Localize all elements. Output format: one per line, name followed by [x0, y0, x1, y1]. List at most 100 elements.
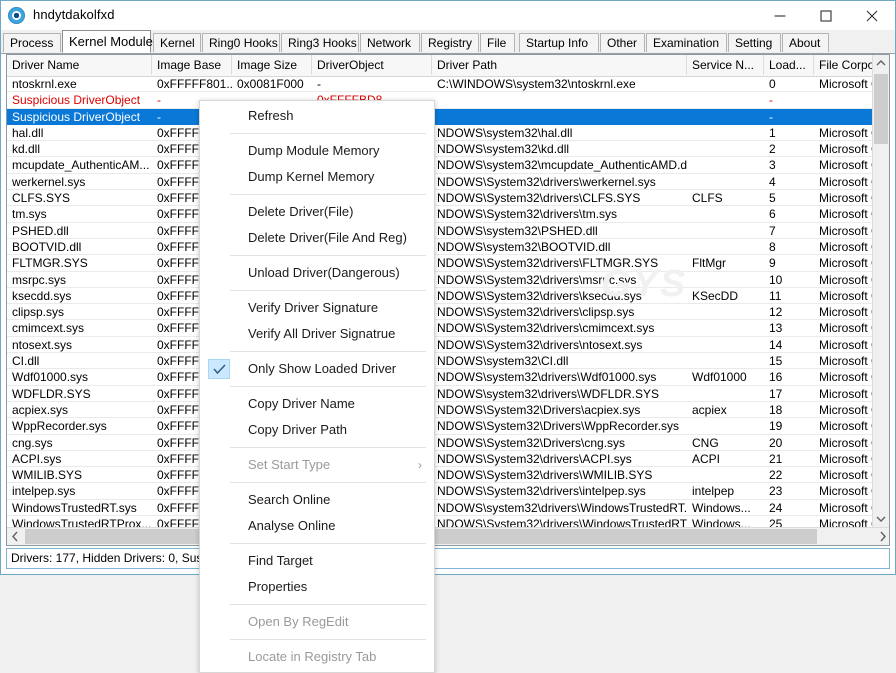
- vertical-scrollbar[interactable]: [872, 55, 889, 528]
- menu-item-label: Only Show Loaded Driver: [248, 361, 397, 376]
- cell-order: 3: [769, 158, 776, 173]
- cell-name: WppRecorder.sys: [12, 419, 107, 434]
- scroll-right-button[interactable]: [874, 528, 889, 545]
- menu-item-refresh[interactable]: Refresh: [200, 103, 434, 129]
- tab-setting[interactable]: Setting: [728, 33, 781, 52]
- table-row[interactable]: werkernel.sys 0xFFFFF80(NDOWS\System32\dr…: [7, 174, 889, 191]
- cell-service: [687, 353, 764, 369]
- table-row[interactable]: ACPI.sys 0xFFFFF80(NDOWS\System32\drivers…: [7, 451, 889, 468]
- table-row[interactable]: WDFLDR.SYS 0xFFFFF80(NDOWS\system32\drive…: [7, 386, 889, 402]
- column-header-service-n[interactable]: Service N...: [687, 55, 764, 75]
- table-row[interactable]: CI.dll 0xFFFFF80(NDOWS\system32\CI.dll 15 M…: [7, 353, 889, 370]
- menu-item-find-target[interactable]: Find Target: [200, 548, 434, 574]
- menu-item-delete-driver-file-and-reg[interactable]: Delete Driver(File And Reg): [200, 225, 434, 251]
- table-row[interactable]: clipsp.sys 0xFFFFF80(NDOWS\System32\drive…: [7, 304, 889, 321]
- table-row[interactable]: cng.sys 0xFFFFF80(NDOWS\System32\Drivers\…: [7, 435, 889, 451]
- cell-name: WindowsTrustedRT.sys: [12, 500, 137, 515]
- tab-kernel-module[interactable]: Kernel Module: [62, 30, 153, 53]
- cell-path: NDOWS\system32\kd.dll: [437, 142, 570, 157]
- column-header-driverobject[interactable]: DriverObject: [312, 55, 432, 75]
- column-header-image-base[interactable]: Image Base: [152, 55, 232, 75]
- cell-path: NDOWS\System32\drivers\FLTMGR.SYS: [437, 256, 659, 271]
- tab-about[interactable]: About: [782, 33, 829, 52]
- menu-item-verify-driver-signature[interactable]: Verify Driver Signature: [200, 295, 434, 321]
- menu-item-verify-all-driver-signatrue[interactable]: Verify All Driver Signatrue: [200, 321, 434, 347]
- chevron-down-icon: [876, 516, 886, 522]
- column-header-driver-path[interactable]: Driver Path: [432, 55, 687, 75]
- cell-path: NDOWS\system32\BOOTVID.dll: [437, 239, 611, 254]
- menu-item-dump-kernel-memory[interactable]: Dump Kernel Memory: [200, 164, 434, 190]
- scroll-up-button[interactable]: [873, 55, 889, 72]
- tab-file[interactable]: File: [480, 33, 515, 52]
- cell-service: [687, 304, 764, 320]
- menu-item-label: Analyse Online: [248, 518, 336, 533]
- cell-path: NDOWS\System32\Drivers\WppRecorder.sys: [437, 419, 680, 434]
- tab-ring3-hooks[interactable]: Ring3 Hooks: [281, 33, 359, 52]
- tab-process[interactable]: Process: [3, 33, 61, 52]
- menu-item-label: Dump Kernel Memory: [248, 169, 375, 184]
- table-row[interactable]: Wdf01000.sys 0xFFFFF80(NDOWS\system32\dri…: [7, 369, 889, 386]
- chevron-up-icon: [876, 60, 886, 66]
- cell-service: [687, 320, 764, 336]
- table-row[interactable]: tm.sys 0xFFFFF80(NDOWS\System32\drivers\t…: [7, 206, 889, 223]
- scroll-left-button[interactable]: [7, 528, 24, 545]
- menu-item-search-online[interactable]: Search Online: [200, 487, 434, 513]
- cell-name: BOOTVID.dll: [12, 239, 82, 254]
- scroll-down-button[interactable]: [873, 511, 889, 528]
- cell-path: NDOWS\System32\drivers\WMILIB.SYS: [437, 468, 653, 483]
- horizontal-scrollbar[interactable]: [7, 527, 889, 545]
- tab-registry[interactable]: Registry: [421, 33, 479, 52]
- column-header-load[interactable]: Load...: [764, 55, 814, 75]
- table-row[interactable]: kd.dll 0xFFFFF80(NDOWS\system32\kd.dll 2 Mi…: [7, 141, 889, 158]
- table-row[interactable]: FLTMGR.SYS 0xFFFFF80(NDOWS\System32\drive…: [7, 255, 889, 272]
- tab-startup-info[interactable]: Startup Info: [519, 33, 599, 52]
- maximize-button[interactable]: [803, 1, 849, 30]
- tab-examination[interactable]: Examination: [646, 33, 727, 52]
- column-header-image-size[interactable]: Image Size: [232, 55, 312, 75]
- cell-service: [687, 467, 764, 483]
- menu-separator: [230, 194, 426, 195]
- menu-item-properties[interactable]: Properties: [200, 574, 434, 600]
- minimize-button[interactable]: [757, 1, 803, 30]
- table-row[interactable]: WppRecorder.sys 0xFFFFF80(NDOWS\System32\…: [7, 418, 889, 435]
- cell-path: NDOWS\System32\drivers\CLFS.SYS: [437, 191, 641, 206]
- cell-path: NDOWS\System32\drivers\ksecdd.sys: [437, 288, 642, 303]
- table-row[interactable]: WindowsTrustedRT.sys 0xFFFFF80(NDOWS\syst…: [7, 500, 889, 517]
- cell-order: 16: [769, 370, 783, 385]
- table-row[interactable]: Suspicious DriverObject--0xFFFFBD8...-: [7, 108, 889, 125]
- menu-item-copy-driver-name[interactable]: Copy Driver Name: [200, 391, 434, 417]
- table-row[interactable]: acpiex.sys 0xFFFFF80(NDOWS\System32\Drive…: [7, 402, 889, 419]
- column-header-driver-name[interactable]: Driver Name: [7, 55, 152, 75]
- vertical-scrollbar-thumb[interactable]: [874, 74, 888, 144]
- tab-ring0-hooks[interactable]: Ring0 Hooks: [202, 33, 280, 52]
- table-row[interactable]: msrpc.sys 0xFFFFF80(NDOWS\System32\driver…: [7, 272, 889, 288]
- table-row[interactable]: BOOTVID.dll 0xFFFFF80(NDOWS\system32\BOOT…: [7, 239, 889, 256]
- table-row[interactable]: CLFS.SYS 0xFFFFF80(NDOWS\System32\drivers…: [7, 190, 889, 207]
- menu-item-unload-driver-dangerous[interactable]: Unload Driver(Dangerous): [200, 260, 434, 286]
- cell-path: NDOWS\System32\Drivers\cng.sys: [437, 435, 626, 450]
- table-row[interactable]: intelpep.sys 0xFFFFF80(NDOWS\System32\dri…: [7, 483, 889, 500]
- cell-service: intelpep: [692, 484, 735, 499]
- menu-item-only-show-loaded-driver[interactable]: Only Show Loaded Driver: [200, 356, 434, 382]
- tab-other[interactable]: Other: [600, 33, 645, 52]
- table-row[interactable]: PSHED.dll 0xFFFFF80(NDOWS\system32\PSHED.…: [7, 223, 889, 239]
- table-row[interactable]: Suspicious DriverObject--0xFFFFBD8...-: [7, 92, 889, 109]
- table-row[interactable]: ntosext.sys 0xFFFFF80(NDOWS\System32\driv…: [7, 337, 889, 354]
- tab-strip: Process Kernel Module Kernel Ring0 Hooks Rin…: [1, 30, 895, 54]
- close-button[interactable]: [849, 1, 895, 30]
- table-row[interactable]: ksecdd.sys 0xFFFFF80(NDOWS\System32\drive…: [7, 288, 889, 305]
- menu-item-analyse-online[interactable]: Analyse Online: [200, 513, 434, 539]
- menu-item-copy-driver-path[interactable]: Copy Driver Path: [200, 417, 434, 443]
- table-row[interactable]: hal.dll 0xFFFFF80(NDOWS\system32\hal.dll 1…: [7, 125, 889, 142]
- cell-name: ntoskrnl.exe: [12, 77, 77, 91]
- table-row[interactable]: WMILIB.SYS 0xFFFFF80(NDOWS\System32\drive…: [7, 467, 889, 484]
- tab-network[interactable]: Network: [360, 33, 420, 52]
- table-row[interactable]: cmimcext.sys 0xFFFFF80(NDOWS\System32\dri…: [7, 320, 889, 337]
- table-row[interactable]: mcupdate_AuthenticAM... 0xFFFFF80(NDOWS\s…: [7, 157, 889, 174]
- menu-item-dump-module-memory[interactable]: Dump Module Memory: [200, 138, 434, 164]
- cell-name: WDFLDR.SYS: [12, 386, 91, 401]
- menu-item-delete-driver-file[interactable]: Delete Driver(File): [200, 199, 434, 225]
- cell-service: Windows...: [692, 500, 751, 515]
- tab-kernel[interactable]: Kernel: [153, 33, 201, 52]
- table-row[interactable]: ntoskrnl.exe 0xFFFFF801... 0x0081F000- C:\W…: [7, 76, 889, 93]
